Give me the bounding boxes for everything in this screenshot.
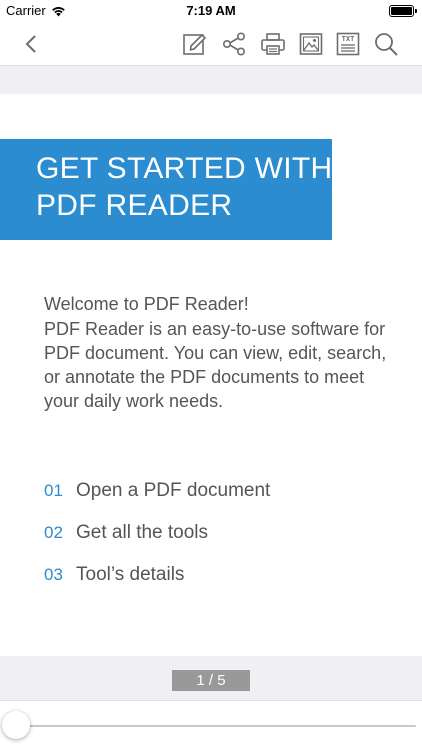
table-of-contents: 01 Open a PDF document 02 Get all the to… <box>44 480 404 606</box>
toc-item-tool-details[interactable]: 03 Tool’s details <box>44 564 404 606</box>
share-button[interactable] <box>218 28 250 60</box>
page-gap <box>0 66 422 94</box>
back-icon <box>25 35 36 53</box>
image-button[interactable] <box>295 28 327 60</box>
intro-description: PDF Reader is an easy-to-use software fo… <box>44 319 387 411</box>
toc-item-open-pdf[interactable]: 01 Open a PDF document <box>44 480 404 522</box>
edit-button[interactable] <box>179 28 211 60</box>
toc-label: Get all the tools <box>76 522 209 543</box>
page-indicator: 1 / 5 <box>172 670 250 691</box>
slider-thumb[interactable] <box>2 711 30 739</box>
txt-icon-label: TXT <box>342 35 355 43</box>
toc-label: Tool’s details <box>76 564 185 585</box>
document-page[interactable]: GET STARTED WITH PDF READER Welcome to P… <box>0 94 422 656</box>
search-icon <box>375 33 398 56</box>
back-button[interactable] <box>16 28 48 60</box>
toc-number: 02 <box>44 523 63 542</box>
edit-icon <box>183 33 207 55</box>
intro-text: Welcome to PDF Reader! PDF Reader is an … <box>44 292 404 413</box>
toc-label: Open a PDF document <box>76 480 271 501</box>
hero-banner: GET STARTED WITH PDF READER <box>0 139 332 240</box>
page-slider[interactable] <box>0 700 422 750</box>
hero-title-line-1: GET STARTED WITH <box>36 152 333 185</box>
share-icon <box>222 32 245 56</box>
bottom-bar: 1 / 5 <box>0 656 422 750</box>
battery-icon <box>389 5 417 17</box>
welcome-heading: Welcome to PDF Reader! <box>44 294 249 314</box>
toc-number: 01 <box>44 481 63 500</box>
search-button[interactable] <box>370 28 402 60</box>
status-bar: Carrier 7:19 AM <box>0 0 422 22</box>
slider-line <box>18 725 416 727</box>
hero-title-line-2: PDF READER <box>36 189 233 222</box>
print-icon <box>261 33 285 55</box>
pdf-reader-screen: Carrier 7:19 AM TXT GET STARTED WITH PDF… <box>0 0 422 750</box>
txt-icon: TXT <box>336 32 360 56</box>
toc-item-get-tools[interactable]: 02 Get all the tools <box>44 522 404 564</box>
toc-number: 03 <box>44 565 63 584</box>
status-time: 7:19 AM <box>186 3 236 18</box>
toolbar: TXT <box>0 22 422 66</box>
image-icon <box>299 33 323 55</box>
txt-button[interactable]: TXT <box>332 28 364 60</box>
print-button[interactable] <box>257 28 289 60</box>
